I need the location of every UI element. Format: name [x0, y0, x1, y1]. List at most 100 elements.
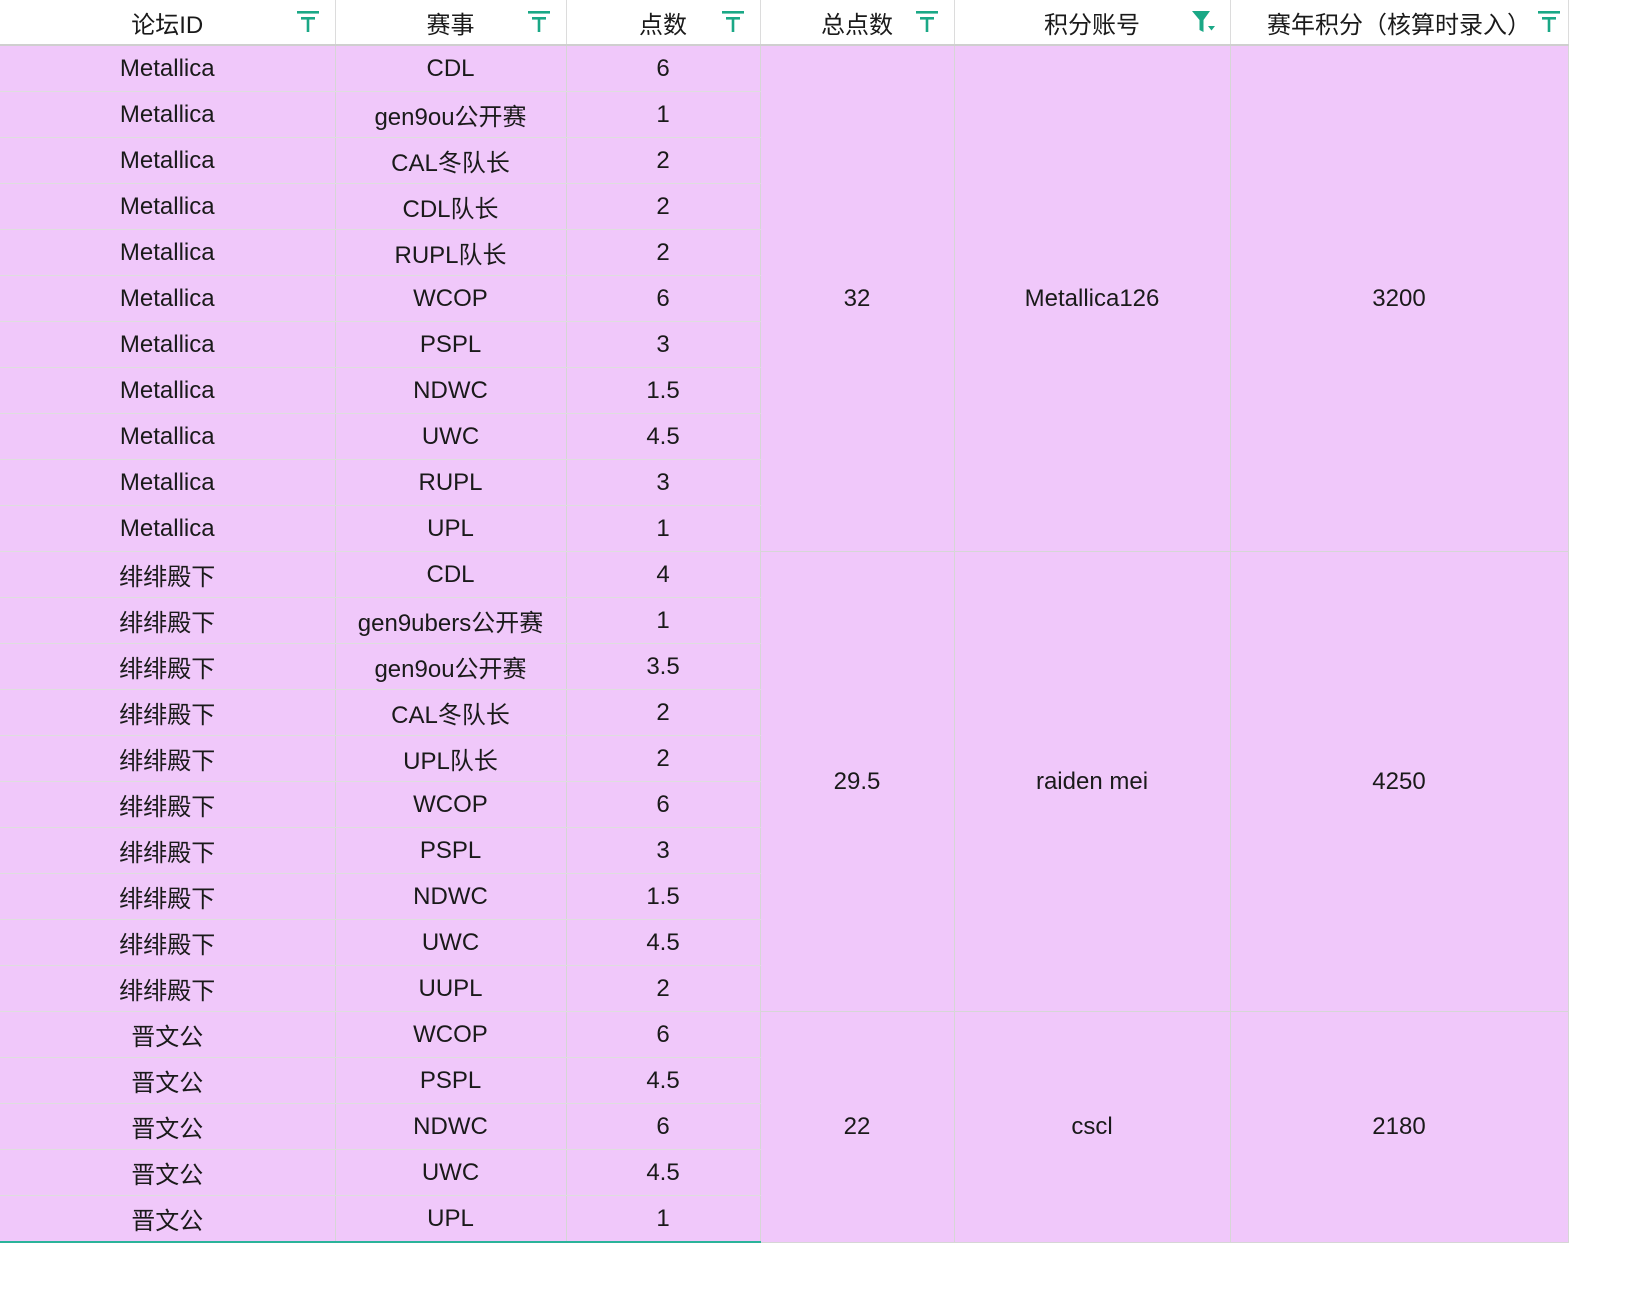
cell-account[interactable]: cscl — [954, 1011, 1231, 1243]
cell-forum-id[interactable]: 绯绯殿下 — [0, 781, 336, 828]
cell-forum-id[interactable]: 绯绯殿下 — [0, 965, 336, 1012]
cell-forum-id[interactable]: 绯绯殿下 — [0, 873, 336, 920]
cell-forum-id[interactable]: Metallica — [0, 91, 336, 138]
cell-forum-id[interactable]: 晋文公 — [0, 1057, 336, 1104]
cell-points[interactable]: 6 — [566, 275, 761, 322]
cell-points[interactable]: 2 — [566, 183, 761, 230]
cell-forum-id[interactable]: Metallica — [0, 275, 336, 322]
cell-points[interactable]: 4 — [566, 551, 761, 598]
cell-points[interactable]: 2 — [566, 689, 761, 736]
cell-forum-id[interactable]: 晋文公 — [0, 1195, 336, 1243]
column-header-account[interactable]: 积分账号 — [954, 0, 1231, 46]
cell-event[interactable]: UPL — [335, 1195, 567, 1243]
column-header-points[interactable]: 点数 — [566, 0, 761, 46]
cell-forum-id[interactable]: 绯绯殿下 — [0, 827, 336, 874]
cell-forum-id[interactable]: Metallica — [0, 183, 336, 230]
cell-event[interactable]: UWC — [335, 413, 567, 460]
cell-event[interactable]: NDWC — [335, 367, 567, 414]
cell-points[interactable]: 2 — [566, 229, 761, 276]
cell-total-points[interactable]: 29.5 — [760, 551, 955, 1012]
cell-event[interactable]: PSPL — [335, 1057, 567, 1104]
cell-event[interactable]: CDL — [335, 45, 567, 92]
filter-icon[interactable] — [295, 9, 321, 35]
filter-icon[interactable] — [914, 9, 940, 35]
cell-points[interactable]: 6 — [566, 1103, 761, 1150]
cell-points[interactable]: 1 — [566, 505, 761, 552]
cell-event[interactable]: RUPL队长 — [335, 229, 567, 276]
cell-forum-id[interactable]: Metallica — [0, 229, 336, 276]
cell-points[interactable]: 1 — [566, 91, 761, 138]
cell-points[interactable]: 1 — [566, 597, 761, 644]
cell-account[interactable]: raiden mei — [954, 551, 1231, 1012]
cell-points[interactable]: 6 — [566, 781, 761, 828]
cell-forum-id[interactable]: 绯绯殿下 — [0, 735, 336, 782]
cell-points[interactable]: 4.5 — [566, 413, 761, 460]
cell-event[interactable]: UWC — [335, 1149, 567, 1196]
cell-points[interactable]: 1.5 — [566, 367, 761, 414]
cell-points[interactable]: 2 — [566, 965, 761, 1012]
cell-points[interactable]: 4.5 — [566, 1149, 761, 1196]
cell-event[interactable]: UPL — [335, 505, 567, 552]
cell-forum-id[interactable]: Metallica — [0, 321, 336, 368]
cell-points[interactable]: 2 — [566, 735, 761, 782]
column-header-total-points[interactable]: 总点数 — [760, 0, 955, 46]
cell-points[interactable]: 1 — [566, 1195, 761, 1243]
cell-annual-points[interactable]: 3200 — [1230, 45, 1569, 552]
cell-annual-points[interactable]: 4250 — [1230, 551, 1569, 1012]
cell-points[interactable]: 6 — [566, 1011, 761, 1058]
cell-event[interactable]: PSPL — [335, 827, 567, 874]
cell-forum-id[interactable]: 晋文公 — [0, 1149, 336, 1196]
cell-points[interactable]: 3.5 — [566, 643, 761, 690]
cell-event[interactable]: PSPL — [335, 321, 567, 368]
cell-event[interactable]: gen9ou公开赛 — [335, 643, 567, 690]
column-header-annual-points[interactable]: 赛年积分（核算时录入） — [1230, 0, 1569, 46]
cell-total-points[interactable]: 22 — [760, 1011, 955, 1243]
cell-forum-id[interactable]: 绯绯殿下 — [0, 643, 336, 690]
cell-event[interactable]: gen9ubers公开赛 — [335, 597, 567, 644]
cell-account[interactable]: Metallica126 — [954, 45, 1231, 552]
filter-icon[interactable] — [526, 9, 552, 35]
cell-forum-id[interactable]: Metallica — [0, 367, 336, 414]
cell-event[interactable]: UWC — [335, 919, 567, 966]
cell-forum-id[interactable]: Metallica — [0, 413, 336, 460]
column-header-event[interactable]: 赛事 — [335, 0, 567, 46]
cell-event[interactable]: gen9ou公开赛 — [335, 91, 567, 138]
cell-forum-id[interactable]: 绯绯殿下 — [0, 919, 336, 966]
cell-event[interactable]: UPL队长 — [335, 735, 567, 782]
cell-event[interactable]: CAL冬队长 — [335, 689, 567, 736]
cell-total-points[interactable]: 32 — [760, 45, 955, 552]
cell-points[interactable]: 6 — [566, 45, 761, 92]
cell-forum-id[interactable]: 晋文公 — [0, 1011, 336, 1058]
cell-forum-id[interactable]: 绯绯殿下 — [0, 551, 336, 598]
cell-event[interactable]: UUPL — [335, 965, 567, 1012]
cell-forum-id[interactable]: Metallica — [0, 137, 336, 184]
cell-forum-id[interactable]: 绯绯殿下 — [0, 597, 336, 644]
filter-icon[interactable] — [1536, 9, 1562, 35]
cell-forum-id[interactable]: Metallica — [0, 505, 336, 552]
cell-event[interactable]: RUPL — [335, 459, 567, 506]
header-row: 论坛ID 赛事 点数 总点数 积分账号 赛年积分（核算时录入） — [0, 0, 1569, 46]
cell-event[interactable]: CDL队长 — [335, 183, 567, 230]
cell-event[interactable]: NDWC — [335, 1103, 567, 1150]
cell-event[interactable]: WCOP — [335, 1011, 567, 1058]
column-header-forum-id[interactable]: 论坛ID — [0, 0, 336, 46]
cell-forum-id[interactable]: 绯绯殿下 — [0, 689, 336, 736]
cell-points[interactable]: 2 — [566, 137, 761, 184]
cell-event[interactable]: CAL冬队长 — [335, 137, 567, 184]
cell-forum-id[interactable]: Metallica — [0, 459, 336, 506]
filter-icon[interactable] — [720, 9, 746, 35]
cell-forum-id[interactable]: Metallica — [0, 45, 336, 92]
cell-points[interactable]: 3 — [566, 459, 761, 506]
cell-points[interactable]: 1.5 — [566, 873, 761, 920]
cell-points[interactable]: 4.5 — [566, 1057, 761, 1104]
cell-points[interactable]: 3 — [566, 321, 761, 368]
cell-event[interactable]: WCOP — [335, 275, 567, 322]
cell-event[interactable]: NDWC — [335, 873, 567, 920]
cell-points[interactable]: 3 — [566, 827, 761, 874]
cell-annual-points[interactable]: 2180 — [1230, 1011, 1569, 1243]
cell-event[interactable]: CDL — [335, 551, 567, 598]
cell-event[interactable]: WCOP — [335, 781, 567, 828]
cell-forum-id[interactable]: 晋文公 — [0, 1103, 336, 1150]
cell-points[interactable]: 4.5 — [566, 919, 761, 966]
filter-active-icon[interactable] — [1190, 9, 1216, 35]
